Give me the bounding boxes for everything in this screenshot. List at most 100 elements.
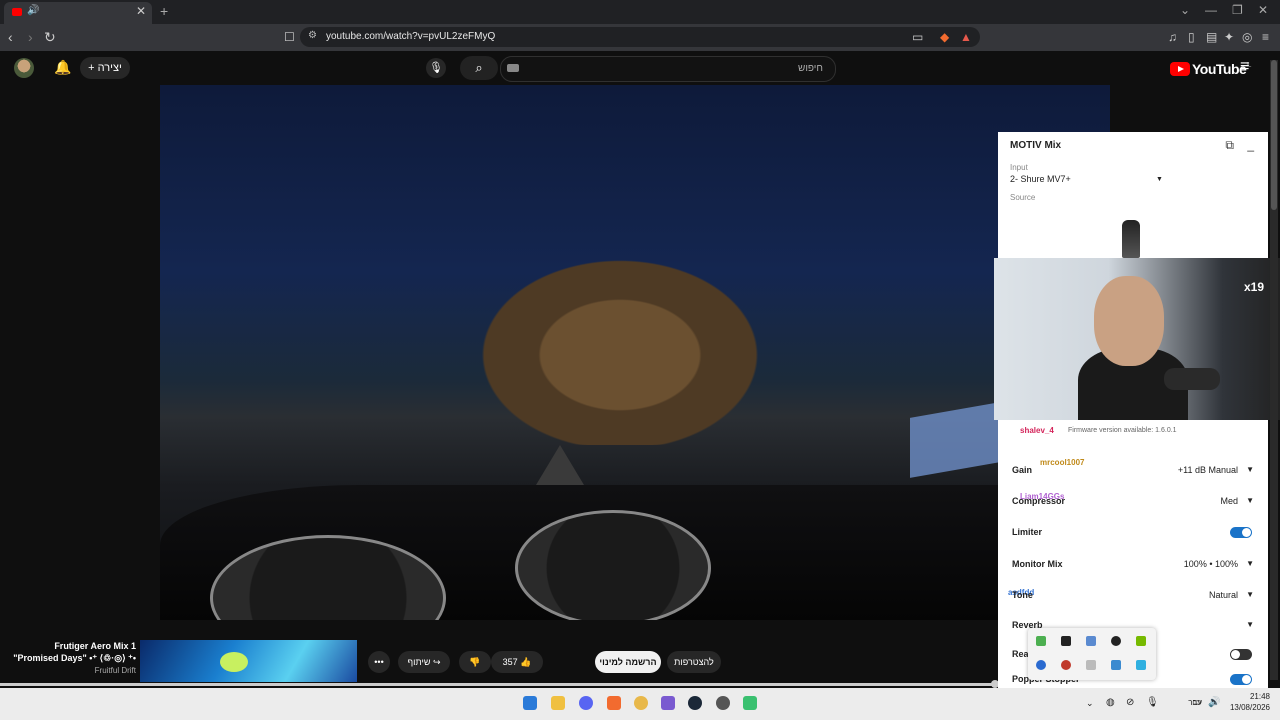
tray-app-icon[interactable]: [1086, 660, 1096, 670]
taskbar-app-icon[interactable]: [661, 696, 675, 710]
close-window-icon[interactable]: ✕: [1258, 3, 1268, 17]
taskbar-clock[interactable]: 21:48 13/08/2026: [1230, 691, 1270, 713]
discord-icon[interactable]: [579, 696, 593, 710]
back-icon[interactable]: ‹: [8, 29, 13, 45]
monitor-mix-row[interactable]: Monitor Mix 100% • 100% ▼: [1012, 559, 1258, 573]
scrollbar-thumb[interactable]: [1271, 60, 1277, 210]
search-placeholder: חיפוש: [798, 63, 823, 74]
minimize-icon[interactable]: —: [1205, 3, 1217, 17]
volume-icon[interactable]: 🔊: [1208, 697, 1220, 708]
streamer-mic: [1164, 368, 1220, 390]
media-control-icon[interactable]: ♫: [1168, 30, 1177, 44]
next-video-thumbnail[interactable]: [140, 640, 357, 682]
search-input[interactable]: חיפוש: [500, 56, 836, 82]
display-icon[interactable]: ▭: [1192, 697, 1201, 708]
clock-time: 21:48: [1249, 692, 1270, 701]
taskbar-app-icon[interactable]: [634, 696, 648, 710]
search-button[interactable]: ⌕: [460, 56, 498, 80]
more-actions-button[interactable]: •••: [368, 651, 390, 673]
vpn-icon[interactable]: ◎: [1242, 30, 1252, 44]
leo-ai-icon[interactable]: ✦: [1224, 30, 1234, 44]
real-toggle[interactable]: [1230, 649, 1252, 660]
join-button[interactable]: להצטרפות: [667, 651, 721, 673]
brave-icon[interactable]: [607, 696, 621, 710]
tray-app-icon[interactable]: [1036, 636, 1046, 646]
next-video-title[interactable]: Frutiger Aero Mix 1 "Promised Days" •⁺ ⟨…: [10, 640, 136, 664]
tray-app-icon[interactable]: [1061, 660, 1071, 670]
share-icon: ↪: [432, 657, 441, 667]
chevron-down-icon[interactable]: ▼: [1246, 496, 1254, 505]
cast-icon[interactable]: ▭: [912, 30, 923, 44]
chevron-down-icon[interactable]: ▼: [1246, 620, 1254, 629]
tray-app-icon[interactable]: [1136, 636, 1146, 646]
address-field[interactable]: ⚙ youtube.com/watch?v=pvUL2zeFMyQ: [300, 27, 980, 47]
chevron-down-icon[interactable]: ▼: [1246, 590, 1254, 599]
firmware-notice[interactable]: Firmware version available: 1.6.0.1: [1068, 427, 1177, 434]
voice-search-mic-icon[interactable]: 🎙: [426, 58, 446, 78]
guide-menu-icon[interactable]: ≡: [1240, 58, 1249, 76]
close-tab-icon[interactable]: ✕: [136, 4, 146, 18]
tray-app-icon[interactable]: ◍: [1106, 697, 1115, 708]
notifications-bell-icon[interactable]: 🔔: [54, 59, 71, 76]
wallet-icon[interactable]: ▤: [1206, 30, 1217, 44]
avatar[interactable]: [14, 58, 34, 78]
page-scrollbar[interactable]: [1270, 60, 1278, 680]
microphone-tray-icon[interactable]: 🎙: [1146, 697, 1159, 708]
youtube-favicon-icon: [12, 8, 22, 16]
subscribe-button[interactable]: הרשמה למינוי: [595, 651, 661, 673]
chevron-down-icon[interactable]: ▼: [1246, 465, 1254, 474]
forward-icon[interactable]: ›: [28, 29, 33, 45]
network-icon[interactable]: ⊘: [1126, 697, 1134, 708]
gain-row[interactable]: Gain +11 dB Manual ▼: [1012, 465, 1258, 479]
tray-expand-icon[interactable]: ⌄: [1086, 698, 1094, 709]
tray-app-icon[interactable]: [1086, 636, 1096, 646]
tray-app-icon[interactable]: [1136, 660, 1146, 670]
tray-app-icon[interactable]: [1111, 660, 1121, 670]
sidebar-icon[interactable]: ▯: [1188, 30, 1195, 44]
start-icon[interactable]: [523, 696, 537, 710]
taskbar-app-icon[interactable]: [743, 696, 757, 710]
chevron-down-icon[interactable]: ▼: [1246, 559, 1254, 568]
tray-app-icon[interactable]: [1111, 636, 1121, 646]
thumbs-up-icon: 👍: [520, 657, 532, 667]
steam-icon[interactable]: [688, 696, 702, 710]
like-button[interactable]: 357 👍: [491, 651, 543, 673]
windows-taskbar: ⌄ ◍ ⊘ 🎙 עבר ▭ 🔊 21:48 13/08/2026: [0, 688, 1280, 720]
obs-icon[interactable]: [716, 696, 730, 710]
brave-rewards-icon[interactable]: ▲: [960, 30, 972, 44]
video-progress-bar[interactable]: [0, 680, 1000, 688]
bookmark-icon[interactable]: ☐: [284, 30, 295, 44]
input-select[interactable]: 2- Shure MV7+: [1010, 174, 1160, 184]
limiter-toggle[interactable]: [1230, 527, 1252, 538]
keyboard-icon[interactable]: [507, 64, 519, 72]
dislike-button[interactable]: 👎: [459, 651, 491, 673]
popper-stopper-toggle[interactable]: [1230, 674, 1252, 685]
new-tab-icon[interactable]: +: [160, 3, 168, 19]
search-icon: ⌕: [475, 60, 483, 75]
reload-icon[interactable]: ↻: [44, 29, 56, 46]
tray-app-icon[interactable]: [1061, 636, 1071, 646]
tab-search-icon[interactable]: ⌄: [1180, 3, 1190, 17]
create-button[interactable]: + יצירה: [80, 57, 130, 79]
share-button[interactable]: שיתוף ↪: [398, 651, 450, 673]
compressor-row[interactable]: Compressor Med ▼: [1012, 496, 1258, 510]
next-video-channel[interactable]: Fruitful Drift: [10, 666, 136, 675]
dropdown-arrow-icon[interactable]: ▼: [1156, 176, 1163, 183]
restore-icon[interactable]: ❐: [1232, 3, 1243, 17]
audio-playing-icon[interactable]: 🔊: [27, 5, 39, 16]
minimize-panel-icon[interactable]: _: [1247, 138, 1254, 152]
streamer-face: [1094, 276, 1164, 366]
site-info-icon[interactable]: ⚙: [308, 30, 317, 41]
browser-menu-icon[interactable]: ≡: [1262, 30, 1269, 44]
file-explorer-icon[interactable]: [551, 696, 565, 710]
video-player[interactable]: [160, 85, 1110, 620]
tray-app-icon[interactable]: [1036, 660, 1046, 670]
tone-label: Tone: [1012, 590, 1033, 600]
compressor-label: Compressor: [1012, 496, 1066, 506]
brave-shields-icon[interactable]: ◆: [940, 30, 949, 44]
popout-icon[interactable]: ⧉: [1225, 138, 1234, 153]
browser-tab[interactable]: 🔊 ✕: [4, 2, 152, 24]
limiter-row[interactable]: Limiter: [1012, 527, 1258, 541]
tone-row[interactable]: Tone Natural ▼: [1012, 590, 1258, 604]
microphone-image: [1122, 220, 1140, 258]
